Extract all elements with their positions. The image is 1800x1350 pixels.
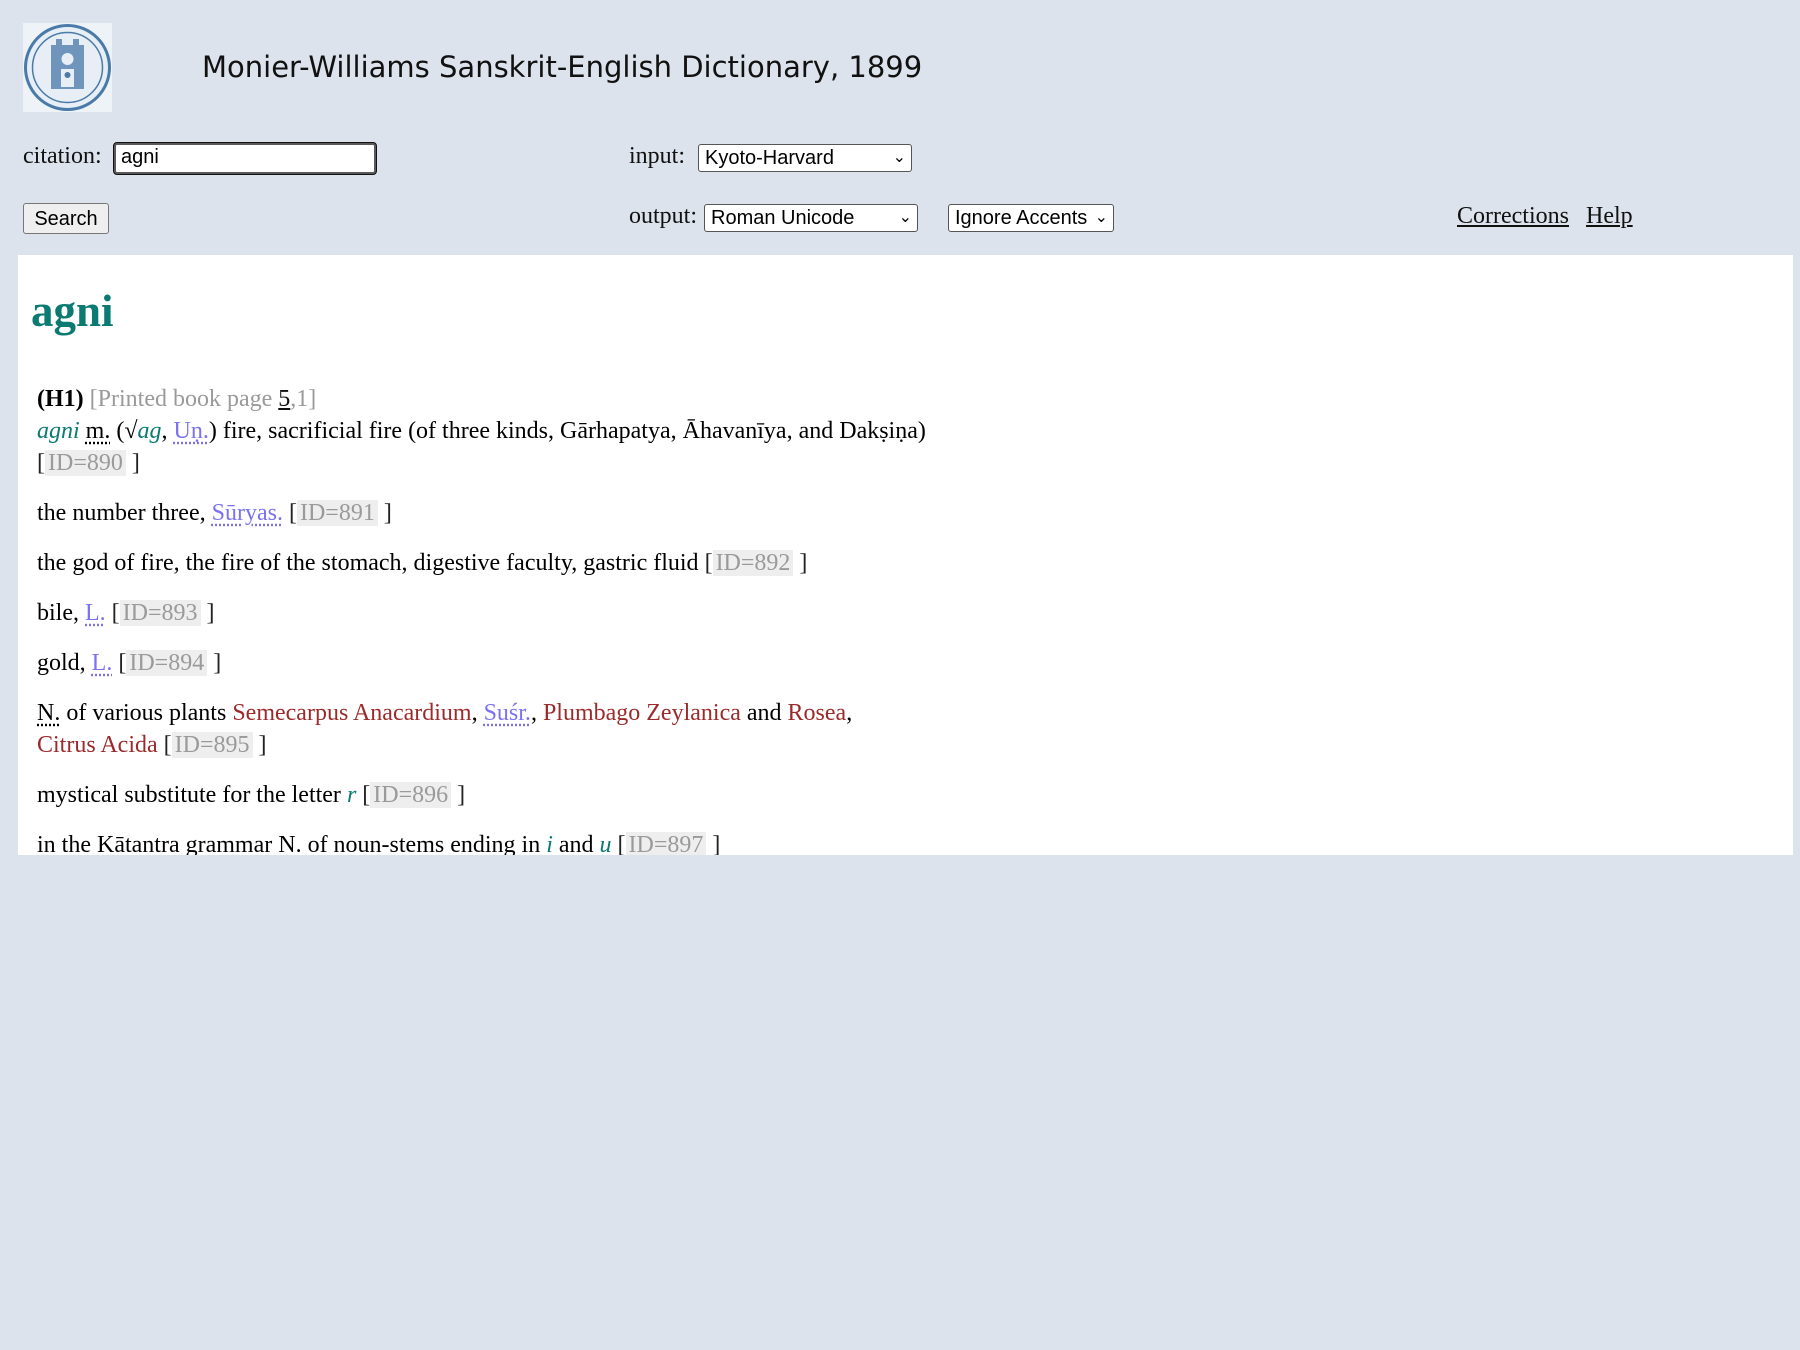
sense-text: (√ <box>110 418 138 444</box>
sense-id-tag: [ID=891 ] <box>288 500 392 526</box>
chevron-down-icon: ⌄ <box>892 149 906 166</box>
sense-word: agni <box>37 418 80 444</box>
sense-id-tag: [ID=897 ] <box>618 832 720 855</box>
output-transliteration-select[interactable]: Roman Unicode ⌄ <box>704 204 918 232</box>
sense-id: ID=896 <box>370 782 452 808</box>
sense-line: mystical substitute for the letter r [ID… <box>37 779 937 811</box>
sense-text: , <box>161 418 174 444</box>
botanical-name: Citrus Acida <box>37 732 158 758</box>
sense-text: and <box>552 832 600 855</box>
sense-id: ID=894 <box>126 650 208 676</box>
sense-text: mystical substitute for the letter <box>37 782 347 808</box>
sense-line: N. of various plants Semecarpus Anacardi… <box>37 697 937 761</box>
sense-id: ID=890 <box>45 450 126 476</box>
search-button[interactable]: Search <box>23 203 109 234</box>
chevron-down-icon: ⌄ <box>898 209 912 226</box>
printed-page-link[interactable]: 5 <box>278 386 290 412</box>
gender-abbr[interactable]: m. <box>86 418 111 444</box>
citation-label: citation: <box>23 143 102 169</box>
sense-id-tag: [ID=892 ] <box>704 550 808 576</box>
input-select-value: Kyoto-Harvard <box>705 147 834 169</box>
help-link[interactable]: Help <box>1586 203 1633 230</box>
sense-text: , <box>846 700 853 726</box>
sense-line: gold, L. [ID=894 ] <box>37 647 937 679</box>
sense-id: ID=892 <box>712 550 794 576</box>
root-word: ag <box>137 418 162 444</box>
sense-text: gold, <box>37 650 92 676</box>
sense-text: in the Kātantra grammar N. of noun-stems… <box>37 832 547 855</box>
sense-id: ID=895 <box>171 732 253 758</box>
source-ref-link[interactable]: Suśr. <box>484 700 531 726</box>
sense-id-tag: [ID=896 ] <box>362 782 466 808</box>
sense-id-tag: [ID=893 ] <box>111 600 215 626</box>
letter: r <box>346 782 357 808</box>
citation-input[interactable]: agni <box>113 142 377 175</box>
entry-header-line: (H1) [Printed book page 5,1] agni m. (√a… <box>37 383 937 479</box>
accents-select[interactable]: Ignore Accents ⌄ <box>948 204 1114 232</box>
results-panel: agni (H1) [Printed book page 5,1] agni m… <box>18 255 1793 855</box>
sense-text: the number three, <box>37 500 212 526</box>
sense-text: ) fire, sacrificial fire (of three kinds… <box>208 418 926 444</box>
sense-line: the god of fire, the fire of the stomach… <box>37 547 937 579</box>
printed-page-prefix: [Printed book page <box>89 386 279 412</box>
corrections-link[interactable]: Corrections <box>1457 203 1569 230</box>
homonym-label: (H1) <box>37 386 84 412</box>
university-seal-logo <box>23 23 112 112</box>
sense-text: bile, <box>37 600 85 626</box>
accents-select-value: Ignore Accents <box>955 207 1088 229</box>
printed-page-ref: [Printed book page 5,1] <box>90 386 317 412</box>
sense-text: , <box>530 700 543 726</box>
sense-id: ID=897 <box>625 832 707 855</box>
sense-line: the number three, Sūryas. [ID=891 ] <box>37 497 937 529</box>
entry-body: (H1) [Printed book page 5,1] agni m. (√a… <box>37 383 937 855</box>
sense-line: bile, L. [ID=893 ] <box>37 597 937 629</box>
botanical-name: Semecarpus Anacardium <box>232 700 472 726</box>
source-ref-link[interactable]: L. <box>92 650 113 676</box>
sense-id-tag: [ID=890 ] <box>37 450 140 476</box>
sense-text: , <box>471 700 484 726</box>
input-label: input: <box>629 143 686 169</box>
app-title: Monier-Williams Sanskrit-English Diction… <box>202 50 923 84</box>
letter: i <box>546 832 553 855</box>
output-label: output: <box>629 203 698 229</box>
sense-id-tag: [ID=895 ] <box>163 732 267 758</box>
source-ref-link[interactable]: Sūryas. <box>212 500 283 526</box>
chevron-down-icon: ⌄ <box>1094 209 1108 226</box>
sense-id: ID=891 <box>296 500 378 526</box>
university-seal-icon <box>24 24 111 111</box>
source-ref-link[interactable]: Uṇ. <box>174 418 209 444</box>
output-select-value: Roman Unicode <box>711 207 855 229</box>
printed-page-suffix: ,1] <box>290 386 317 412</box>
botanical-name: Rosea <box>787 700 847 726</box>
entry-headword: agni <box>31 286 114 336</box>
sense-id-tag: [ID=894 ] <box>118 650 222 676</box>
sense-text: of various plants <box>60 700 233 726</box>
source-ref-link[interactable]: L. <box>85 600 106 626</box>
name-abbr[interactable]: N. <box>37 700 60 726</box>
letter: u <box>599 832 612 855</box>
sense-line: in the Kātantra grammar N. of noun-stems… <box>37 829 937 855</box>
sense-text: the god of fire, the fire of the stomach… <box>37 550 705 576</box>
botanical-name: Plumbago Zeylanica <box>542 700 741 726</box>
sense-id: ID=893 <box>119 600 201 626</box>
input-transliteration-select[interactable]: Kyoto-Harvard ⌄ <box>698 144 912 172</box>
sense-text: and <box>740 700 788 726</box>
